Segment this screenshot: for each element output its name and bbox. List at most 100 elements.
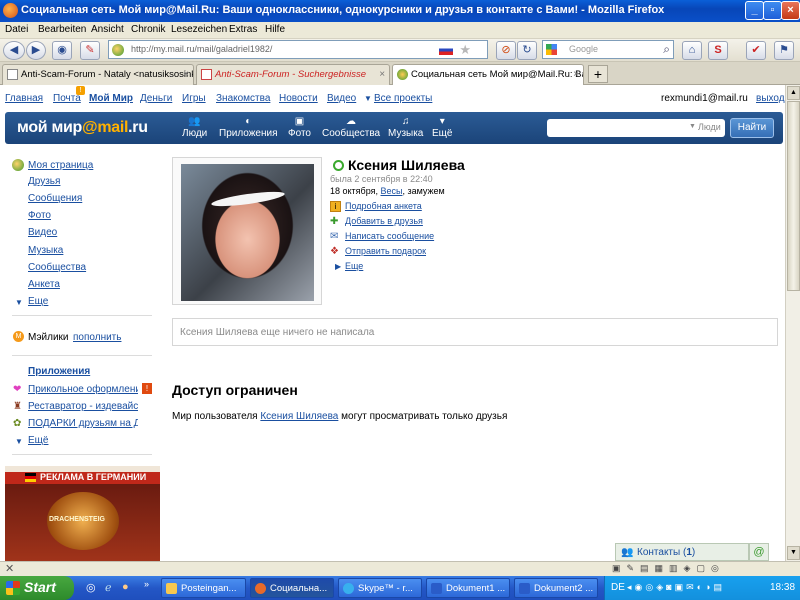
link-dengi[interactable]: Деньги [140,93,172,104]
back-icon[interactable]: ◀ [3,41,25,60]
logout-link[interactable]: выход [756,93,785,104]
task-firefox[interactable]: Социальна... [250,578,334,598]
advertisement[interactable]: РЕКЛАМА В ГЕРМАНИИ DRACHENSTEIG [5,466,160,561]
maximize-button[interactable]: ▫ [763,1,782,20]
menu-hilfe[interactable]: Hilfe [265,24,285,35]
tab-close-icon[interactable]: × [379,69,385,80]
link-glavnaya[interactable]: Главная [5,93,43,104]
scroll-down-icon[interactable]: ▼ [787,546,800,560]
detailed-profile-link[interactable]: Подробная анкета [345,201,422,211]
home-small-icon[interactable]: ◉ [52,41,72,60]
search-icon[interactable]: ⌕ [663,42,670,57]
reload-icon[interactable]: ↻ [517,41,537,60]
app-item-restorer[interactable]: Реставратор - издевайся [28,401,138,412]
task-posteingang[interactable]: Posteingan... [161,578,246,598]
tab-anti-scam-search[interactable]: Anti-Scam-Forum - Suchergebnisse × [196,64,390,85]
people-search-input[interactable]: ▼ Люди [547,119,725,137]
last-seen: была 2 сентября в 22:40 [330,174,433,184]
restricted-text: Мир пользователя [172,411,261,422]
close-icon[interactable]: ✕ [5,562,14,575]
mymir-logo[interactable]: мой мир@mail.ru [17,119,148,137]
nav-more[interactable]: ▾ Ещё [432,116,452,139]
nav-apps[interactable]: ◐ Приложения [219,116,278,139]
menu-lesezeichen[interactable]: Lesezeichen [171,24,227,35]
sidebar-item-photo[interactable]: Фото [28,210,51,221]
search-bar[interactable]: Google ⌕ [542,40,674,59]
link-video[interactable]: Видео [327,93,356,104]
app-item-design[interactable]: Прикольное оформление [28,384,138,395]
addon-status-icons[interactable]: ▣✎▤▦▥◈▢◎ [612,563,725,574]
menu-datei[interactable]: Datei [5,24,28,35]
forward-icon[interactable]: ▶ [26,41,46,60]
restricted-user-link[interactable]: Ксения Шиляева [260,411,338,422]
write-message-link[interactable]: Написать сообщение [345,231,434,241]
firefox-quick-icon[interactable]: ● [122,581,129,593]
task-dokument2[interactable]: Dokument2 ... [514,578,598,598]
link-igry[interactable]: Игры [182,93,206,104]
url-bar[interactable]: http://my.mail.ru/mail/galadriel1982/ ★ [108,40,488,59]
bookmark-star-icon[interactable]: ★ [459,42,471,58]
sidebar-item-video[interactable]: Видео [28,227,57,238]
nav-communities[interactable]: ☁ Сообщества [322,116,380,139]
tab-close-icon[interactable]: × [573,69,579,80]
nav-music[interactable]: ♫ Музыка [388,116,423,139]
page-scrollbar[interactable]: ▲ ▼ [785,85,800,561]
quicklaunch-icon[interactable]: ◎ [86,581,96,594]
tab-close-icon[interactable]: × [183,69,189,80]
agent-icon[interactable]: @ [749,543,769,561]
menu-ansicht[interactable]: Ansicht [91,24,124,35]
home-icon[interactable]: ⌂ [682,41,702,60]
task-dokument1[interactable]: Dokument1 ... [426,578,510,598]
link-znakomstva[interactable]: Знакомства [216,93,270,104]
contacts-bar[interactable]: 👥 Контакты (1) [615,543,749,561]
nav-people[interactable]: 👥 Люди [182,116,207,139]
sidebar-item-communities[interactable]: Сообщества [28,262,86,273]
k-addon-icon[interactable]: ✔ [746,41,766,60]
task-skype[interactable]: Skype™ - r... [338,578,422,598]
sidebar-item-messages[interactable]: Сообщения [28,193,82,204]
sidebar-item-profile[interactable]: Анкета [28,279,60,290]
add-friend-link[interactable]: Добавить в друзья [345,216,423,226]
addon-icon[interactable]: ✎ [80,41,100,60]
profile-photo[interactable] [172,157,322,305]
menu-extras[interactable]: Extras [229,24,257,35]
minimize-button[interactable]: _ [745,1,764,20]
apps-more-link[interactable]: Ещё [28,435,48,446]
link-novosti[interactable]: Новости [279,93,318,104]
nav-label: Ещё [432,128,453,139]
russian-flag-icon [439,45,453,55]
sidebar-item-music[interactable]: Музыка [28,245,63,256]
menu-bearbeiten[interactable]: Bearbeiten [38,24,86,35]
zodiac-link[interactable]: Весы [381,186,403,196]
apps-header[interactable]: Приложения [28,366,90,377]
sidebar-item-more[interactable]: Еще [28,296,48,307]
sidebar-item-my-page[interactable]: Моя страница [28,160,93,171]
new-tab-button[interactable]: + [588,65,608,83]
scroll-up-icon[interactable]: ▲ [787,86,800,100]
mailiki-topup-link[interactable]: пополнить [73,332,121,343]
start-button[interactable]: Start [0,576,74,600]
tab-anti-scam-nataly[interactable]: Anti-Scam-Forum - Nataly <natusiksosink.… [2,64,194,85]
quicklaunch-more-icon[interactable]: » [144,579,149,589]
menu-bar: Datei Bearbeiten Ansicht Chronik Lesezei… [0,22,800,39]
link-moy-mir[interactable]: Мой Мир [89,93,133,104]
tab-mail-ru[interactable]: Социальная сеть Мой мир@Mail.Ru: Ва... × [392,64,584,86]
nav-photo[interactable]: ▣ Фото [288,116,311,139]
scrollbar-thumb[interactable] [787,101,800,291]
stop-icon[interactable]: ⊘ [496,41,516,60]
user-email: rexmundi1@mail.ru [661,93,748,104]
menu-addon-icon[interactable]: ⚑ [774,41,794,60]
app-item-gifts[interactable]: ПОДАРКИ друзьям на Д [28,418,138,429]
close-button[interactable]: × [781,1,800,20]
ie-icon[interactable]: ℯ [105,581,112,594]
tray-icons[interactable]: ◂◉◎◈◙▣✉◐◑▤ [627,582,725,593]
s-addon-icon[interactable]: S [708,41,728,60]
more-actions-link[interactable]: Еще [345,261,363,271]
menu-chronik[interactable]: Chronik [131,24,165,35]
send-gift-link[interactable]: Отправить подарок [345,246,426,256]
language-indicator[interactable]: DE [611,582,625,593]
find-button[interactable]: Найти [730,118,774,138]
sidebar-item-friends[interactable]: Друзья [28,176,60,187]
link-all-projects[interactable]: Все проекты [374,93,432,104]
window-titlebar[interactable]: Социальная сеть Мой мир@Mail.Ru: Ваши од… [0,0,800,22]
